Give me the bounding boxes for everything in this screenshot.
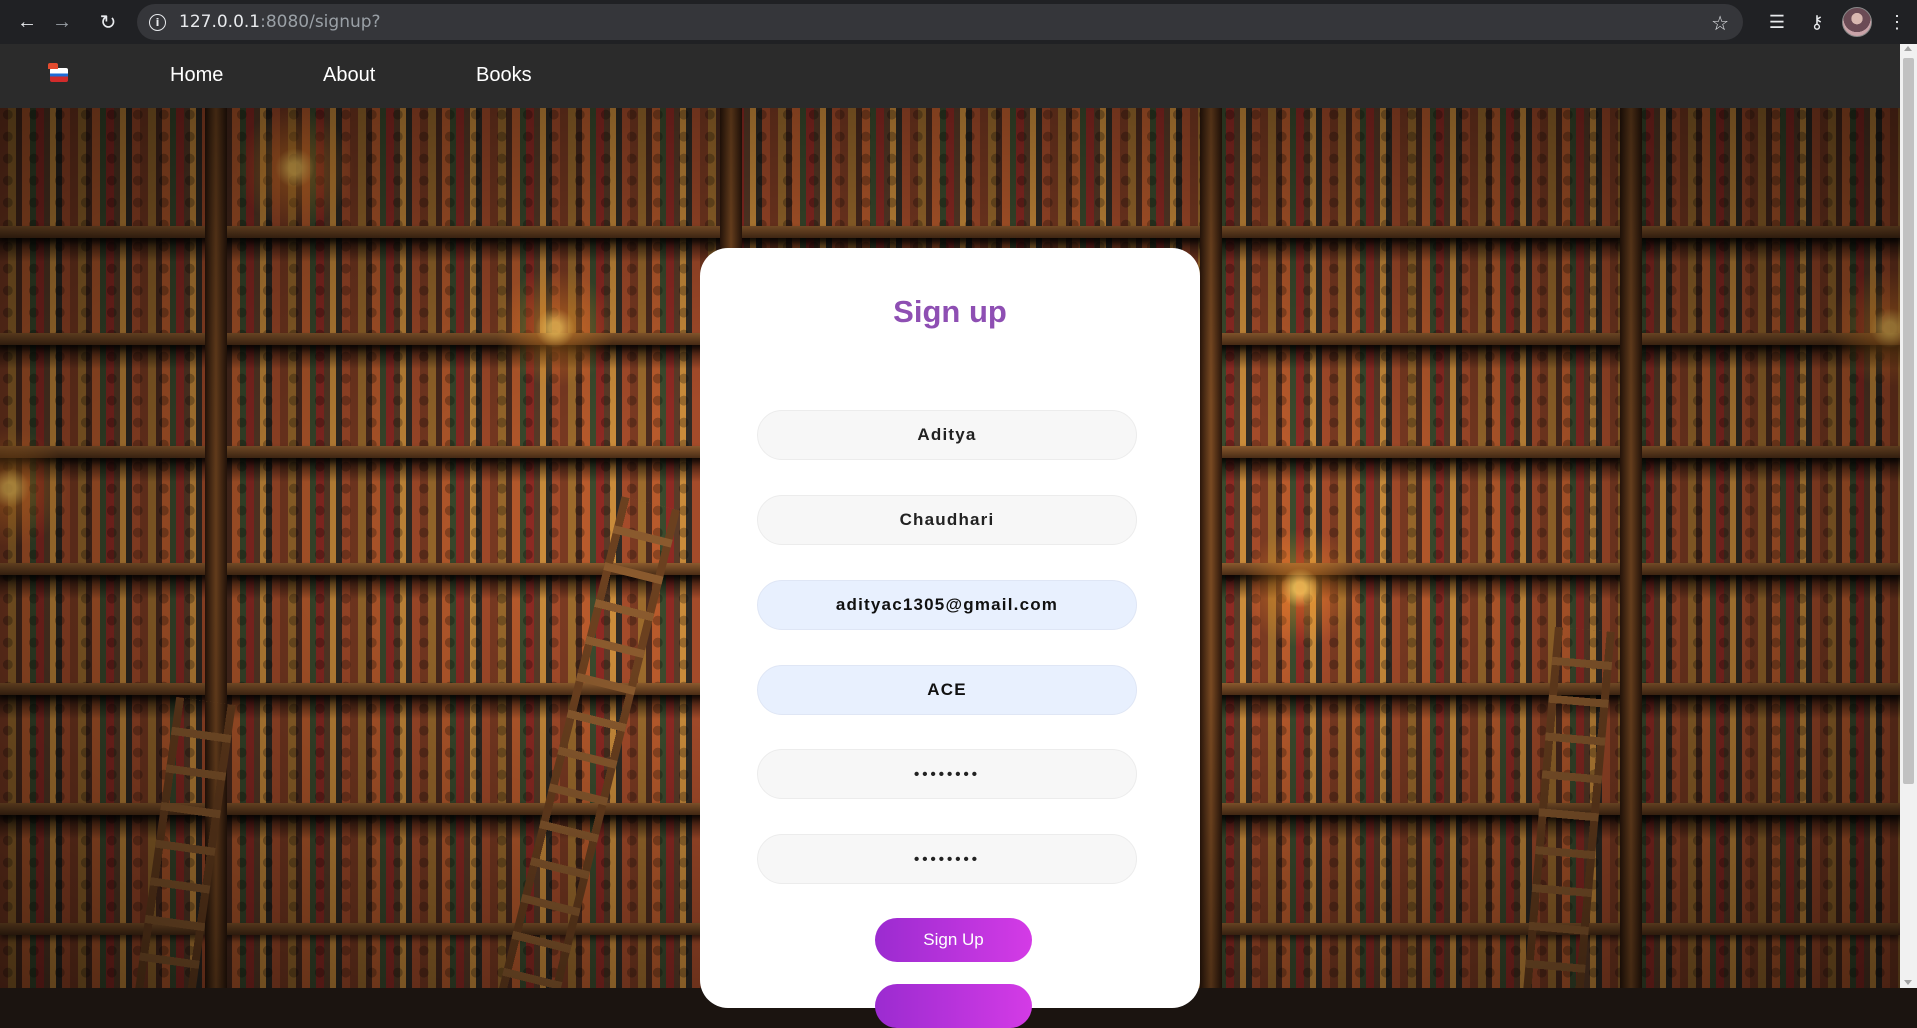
- menu-dots-icon[interactable]: ⋮: [1877, 2, 1917, 42]
- url-text[interactable]: 127.0.0.1:8080/signup?: [179, 12, 381, 32]
- password-input[interactable]: [757, 749, 1137, 799]
- page-scrollbar[interactable]: [1900, 44, 1917, 988]
- url-path: :8080/signup?: [260, 12, 381, 32]
- signup-button[interactable]: Sign Up: [875, 918, 1032, 962]
- nav-link-books[interactable]: Books: [476, 64, 532, 87]
- url-host: 127.0.0.1: [179, 12, 261, 32]
- first-name-input[interactable]: [757, 410, 1137, 460]
- reload-icon[interactable]: ↻: [88, 2, 128, 42]
- site-navbar: Home About Books: [0, 44, 1900, 108]
- username-input[interactable]: [757, 665, 1137, 715]
- avatar: [1842, 7, 1872, 37]
- address-bar[interactable]: i 127.0.0.1:8080/signup? ☆: [137, 4, 1743, 40]
- forward-arrow-icon[interactable]: →: [42, 2, 82, 42]
- media-queue-icon[interactable]: ☰: [1757, 2, 1797, 42]
- last-name-input[interactable]: [757, 495, 1137, 545]
- scroll-thumb[interactable]: [1903, 58, 1914, 784]
- scroll-down-arrow-icon[interactable]: [1904, 980, 1912, 985]
- signup-card: Sign up Sign Up: [700, 248, 1200, 1028]
- info-icon[interactable]: i: [149, 13, 166, 31]
- nav-link-about[interactable]: About: [323, 64, 375, 87]
- flag-logo-icon[interactable]: [48, 63, 68, 82]
- scroll-up-arrow-icon[interactable]: [1904, 46, 1912, 51]
- profile-avatar[interactable]: [1837, 2, 1877, 42]
- email-input[interactable]: [757, 580, 1137, 630]
- secondary-button[interactable]: [875, 984, 1032, 1028]
- star-icon[interactable]: ☆: [1711, 11, 1729, 36]
- browser-toolbar: ← → ↻ i 127.0.0.1:8080/signup? ☆ ☰ ⚷ ⋮: [0, 0, 1917, 44]
- confirm-password-input[interactable]: [757, 834, 1137, 884]
- nav-link-home[interactable]: Home: [170, 64, 223, 87]
- key-icon[interactable]: ⚷: [1797, 2, 1837, 42]
- back-arrow-icon[interactable]: ←: [7, 2, 47, 42]
- signup-title: Sign up: [893, 294, 1007, 329]
